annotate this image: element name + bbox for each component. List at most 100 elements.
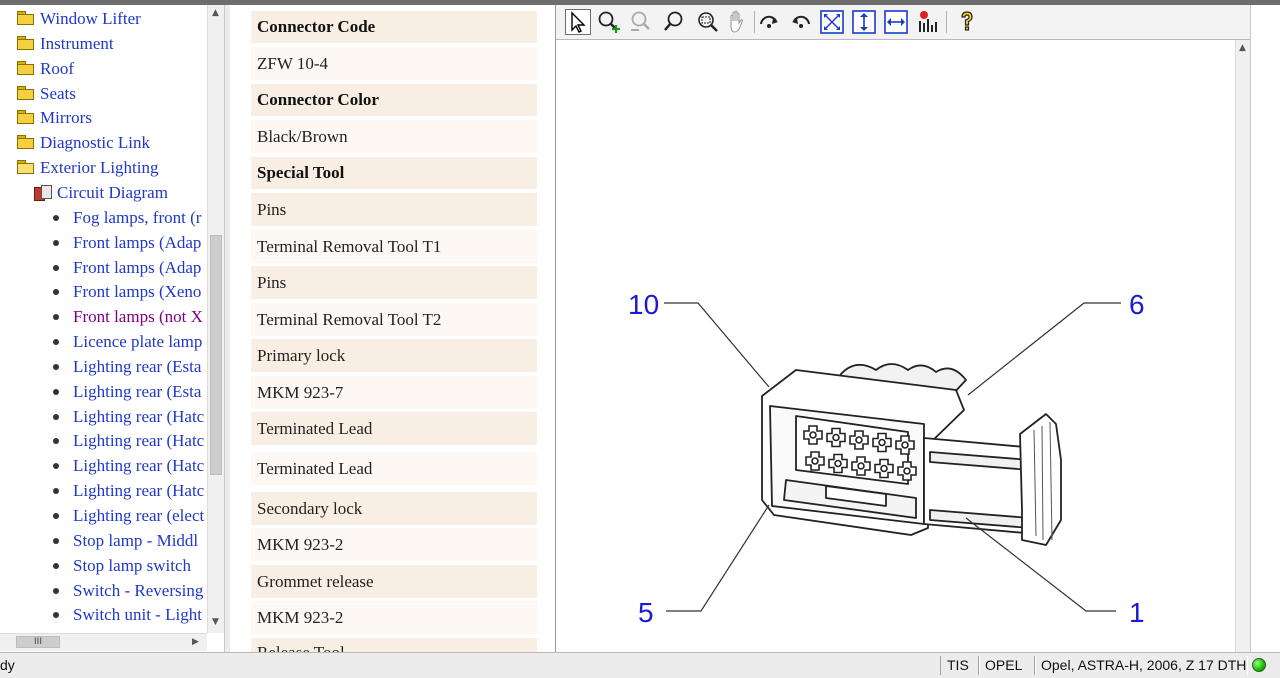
bullet-icon [53, 339, 59, 346]
tree-item[interactable]: Front lamps (not X [0, 305, 207, 329]
tree-item[interactable]: Front lamps (Xeno [0, 280, 207, 304]
tree-item[interactable]: Seats [0, 82, 207, 106]
tree-item[interactable]: Front lamps (Adap [0, 231, 207, 255]
rotate-ccw-icon[interactable] [788, 9, 814, 35]
info-row-text: Connector Color [257, 90, 379, 109]
bullet-icon [53, 612, 59, 619]
info-row: Secondary lock [251, 492, 537, 525]
tree-item[interactable]: Roof [0, 57, 207, 81]
tree-item[interactable]: Mirrors [0, 106, 207, 130]
tree-item-label[interactable]: Exterior Lighting [40, 158, 159, 178]
tree-item[interactable]: Exterior Lighting [0, 156, 207, 180]
zoom-icon[interactable] [662, 9, 688, 35]
tree-item-label[interactable]: Lighting rear (Hatc [73, 481, 204, 501]
tree-item-label[interactable]: Fog lamps, front (r [73, 208, 201, 228]
tree-item-label[interactable]: Lighting rear (Hatc [73, 431, 204, 451]
tree-item-label[interactable]: Lighting rear (Esta [73, 357, 201, 377]
tree-item-label[interactable]: Front lamps (Adap [73, 233, 201, 253]
zoom-in-icon[interactable] [596, 9, 622, 35]
zoom-out-icon[interactable] [628, 9, 654, 35]
info-row: Primary lock [251, 339, 537, 372]
info-row-text: Release Tool [257, 643, 345, 652]
fit-page-icon[interactable] [819, 9, 845, 35]
tree-item[interactable]: Lighting rear (elect [0, 504, 207, 528]
tree-item-label[interactable]: Stop lamp - Middl [73, 531, 198, 551]
tree-item[interactable]: Licence plate lamp [0, 330, 207, 354]
bullet-icon [53, 413, 59, 420]
diagram-canvas[interactable]: 10 6 5 1 [556, 40, 1235, 652]
status-vehicle: Opel, ASTRA-H, 2006, Z 17 DTH [1034, 656, 1248, 675]
folder-icon [17, 60, 35, 75]
tree-item[interactable]: Switch - Reversing [0, 579, 207, 603]
info-row: MKM 923-7 [251, 376, 537, 409]
tree-item[interactable]: Switch unit - Light [0, 603, 207, 627]
tree-item[interactable]: Diagnostic Link [0, 131, 207, 155]
scroll-right-arrow-icon[interactable]: ▶ [192, 637, 199, 647]
info-row: Pins [251, 266, 537, 299]
diagram-viewer: 10 6 5 1 ▲ [555, 5, 1252, 652]
scroll-down-arrow-icon[interactable]: ▼ [212, 617, 219, 627]
tree-item[interactable]: Lighting rear (Hatc [0, 429, 207, 453]
rotate-cw-icon[interactable] [756, 9, 782, 35]
scroll-up-arrow-icon[interactable]: ▲ [1239, 43, 1246, 53]
tree-item[interactable]: Front lamps (Adap [0, 256, 207, 280]
folder-icon [17, 35, 35, 50]
info-row-text: Primary lock [257, 346, 346, 365]
tree-item[interactable]: Circuit Diagram [0, 181, 207, 205]
info-row: Terminated Lead [251, 452, 537, 485]
info-row-text: Black/Brown [257, 127, 348, 146]
tree-item[interactable]: Lighting rear (Hatc [0, 405, 207, 429]
pin-label-10: 10 [628, 289, 659, 320]
tree-item-label[interactable]: Lighting rear (Hatc [73, 456, 204, 476]
tree-item[interactable]: Lighting rear (Hatc [0, 454, 207, 478]
tree-item-label[interactable]: Instrument [40, 34, 114, 54]
pan-hand-icon[interactable] [724, 9, 750, 35]
tree-horizontal-scrollbar[interactable]: III ▶ [0, 633, 207, 651]
info-row: Pins [251, 193, 537, 226]
tree-item-label[interactable]: Lighting rear (Hatc [73, 407, 204, 427]
zoom-area-icon[interactable] [694, 9, 720, 35]
grid-icon[interactable] [915, 9, 941, 35]
scroll-up-arrow-icon[interactable]: ▲ [212, 8, 219, 18]
tree-vscroll-thumb[interactable] [210, 235, 222, 475]
tree-item[interactable]: Window Lifter [0, 7, 207, 31]
tree-item-label[interactable]: Licence plate lamp [73, 332, 202, 352]
tree-item[interactable]: Stop lamp switch [0, 554, 207, 578]
pin-hole [880, 464, 888, 473]
info-row: Connector Color [251, 84, 537, 116]
tree-item-label[interactable]: Diagnostic Link [40, 133, 150, 153]
info-row-text: Special Tool [257, 163, 345, 182]
pin-hole [834, 459, 842, 468]
pin-hole [903, 467, 911, 475]
tree-item[interactable]: Lighting rear (Hatc [0, 479, 207, 503]
tree-item-label[interactable]: Front lamps (Xeno [73, 282, 201, 302]
select-pointer-icon[interactable] [565, 9, 591, 35]
tree-hscroll-thumb[interactable]: III [16, 636, 60, 648]
tree-item-label[interactable]: Window Lifter [40, 9, 141, 29]
tree-item-label[interactable]: Seats [40, 84, 76, 104]
tree-item-label[interactable]: Lighting rear (elect [73, 506, 204, 526]
tree-item-label[interactable]: Front lamps (Adap [73, 258, 201, 278]
tree-item-label[interactable]: Lighting rear (Esta [73, 382, 201, 402]
fit-height-icon[interactable] [851, 9, 877, 35]
tree-item-label[interactable]: Switch unit - Light [73, 605, 202, 625]
tree-item[interactable]: Lighting rear (Esta [0, 355, 207, 379]
tree-item[interactable]: Lighting rear (Esta [0, 380, 207, 404]
tree-vertical-scrollbar[interactable]: ▲ ▼ [207, 5, 224, 633]
tree-item-label[interactable]: Circuit Diagram [57, 183, 168, 203]
tree-item-label[interactable]: Stop lamp switch [73, 556, 191, 576]
tree-item-label[interactable]: Front lamps (not X [73, 307, 203, 327]
outer-scrollbar[interactable] [1250, 5, 1280, 652]
tree-item[interactable]: Stop lamp - Middl [0, 529, 207, 553]
info-row-text: Terminated Lead [257, 459, 373, 478]
document-book-icon [34, 184, 52, 201]
tree-item-label[interactable]: Roof [40, 59, 74, 79]
bullet-icon [53, 388, 59, 395]
tree-item[interactable]: Fog lamps, front (r [0, 206, 207, 230]
tree-item-label[interactable]: Mirrors [40, 108, 92, 128]
fit-width-icon[interactable] [883, 9, 909, 35]
tree-item[interactable]: Instrument [0, 32, 207, 56]
help-icon[interactable] [954, 9, 980, 35]
tree-item-label[interactable]: Switch - Reversing [73, 581, 203, 601]
info-row-text: Terminal Removal Tool T2 [257, 310, 442, 329]
